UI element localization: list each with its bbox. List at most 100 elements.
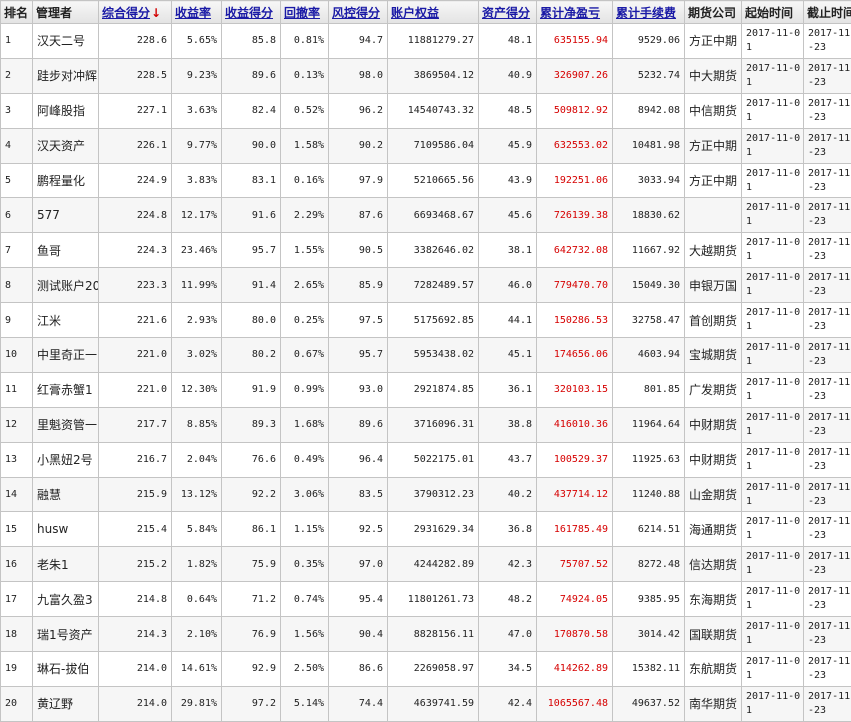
cell-broker: 宝城期货	[685, 338, 742, 373]
cell-return-rate: 8.85%	[172, 407, 222, 442]
header-drawdown[interactable]: 回撤率	[281, 1, 329, 24]
cell-end-date: 2017-11-23	[804, 338, 851, 373]
cell-total-score: 224.9	[99, 163, 172, 198]
cell-total-score: 226.1	[99, 128, 172, 163]
cell-end-date: 2017-11-23	[804, 512, 851, 547]
cell-broker: 申银万国	[685, 268, 742, 303]
cell-asset-score: 36.8	[479, 512, 537, 547]
cell-manager: 九富久盈3	[33, 582, 99, 617]
cell-risk-score: 95.4	[329, 582, 388, 617]
cell-fees: 801.85	[613, 372, 685, 407]
cell-return-rate: 9.77%	[172, 128, 222, 163]
header-risk-score[interactable]: 风控得分	[329, 1, 388, 24]
cell-fees: 15049.30	[613, 268, 685, 303]
table-row: 12里魁资管一217.78.85%89.31.68%89.63716096.31…	[1, 407, 851, 442]
cell-manager: 老朱1	[33, 547, 99, 582]
cell-return-score: 97.2	[222, 686, 281, 721]
cell-fees: 15382.11	[613, 652, 685, 687]
cell-return-rate: 5.65%	[172, 24, 222, 59]
cell-fees: 18830.62	[613, 198, 685, 233]
cell-net-pnl: 726139.38	[537, 198, 613, 233]
cell-start-date: 2017-11-01	[742, 93, 804, 128]
table-row: 20黄辽野214.029.81%97.25.14%74.44639741.594…	[1, 686, 851, 721]
cell-manager: 融慧	[33, 477, 99, 512]
cell-rank: 10	[1, 338, 33, 373]
cell-fees: 8942.08	[613, 93, 685, 128]
cell-end-date: 2017-11-23	[804, 93, 851, 128]
cell-asset-score: 48.1	[479, 24, 537, 59]
cell-fees: 11667.92	[613, 233, 685, 268]
cell-total-score: 214.0	[99, 652, 172, 687]
cell-broker: 南华期货	[685, 686, 742, 721]
cell-drawdown: 1.15%	[281, 512, 329, 547]
cell-asset-score: 38.1	[479, 233, 537, 268]
cell-risk-score: 93.0	[329, 372, 388, 407]
table-row: 14融慧215.913.12%92.23.06%83.53790312.2340…	[1, 477, 851, 512]
cell-manager: 琳石-拔伯	[33, 652, 99, 687]
cell-broker: 中信期货	[685, 93, 742, 128]
cell-broker: 方正中期	[685, 163, 742, 198]
cell-total-score: 215.4	[99, 512, 172, 547]
cell-asset-score: 45.9	[479, 128, 537, 163]
cell-net-pnl: 100529.37	[537, 442, 613, 477]
table-row: 1汉天二号228.65.65%85.80.81%94.711881279.274…	[1, 24, 851, 59]
cell-asset-score: 43.7	[479, 442, 537, 477]
cell-total-score: 224.8	[99, 198, 172, 233]
ranking-rows: 1汉天二号228.65.65%85.80.81%94.711881279.274…	[1, 24, 851, 722]
table-row: 7鱼哥224.323.46%95.71.55%90.53382646.0238.…	[1, 233, 851, 268]
cell-end-date: 2017-11-23	[804, 198, 851, 233]
cell-start-date: 2017-11-01	[742, 268, 804, 303]
cell-total-score: 214.8	[99, 582, 172, 617]
cell-return-rate: 3.83%	[172, 163, 222, 198]
cell-return-score: 76.9	[222, 617, 281, 652]
header-return-rate[interactable]: 收益率	[172, 1, 222, 24]
header-asset-score[interactable]: 资产得分	[479, 1, 537, 24]
cell-drawdown: 0.35%	[281, 547, 329, 582]
cell-drawdown: 0.52%	[281, 93, 329, 128]
table-row: 5鹏程量化224.93.83%83.10.16%97.95210665.5643…	[1, 163, 851, 198]
cell-start-date: 2017-11-01	[742, 198, 804, 233]
header-equity[interactable]: 账户权益	[388, 1, 479, 24]
cell-rank: 8	[1, 268, 33, 303]
header-fees[interactable]: 累计手续费	[613, 1, 685, 24]
cell-equity: 2269058.97	[388, 652, 479, 687]
cell-net-pnl: 642732.08	[537, 233, 613, 268]
cell-drawdown: 2.29%	[281, 198, 329, 233]
cell-drawdown: 2.65%	[281, 268, 329, 303]
cell-risk-score: 90.5	[329, 233, 388, 268]
cell-equity: 5175692.85	[388, 303, 479, 338]
cell-end-date: 2017-11-23	[804, 24, 851, 59]
header-total-score-label[interactable]: 综合得分	[102, 6, 150, 20]
header-net-pnl[interactable]: 累计净盈亏	[537, 1, 613, 24]
cell-total-score: 221.0	[99, 372, 172, 407]
cell-risk-score: 98.0	[329, 58, 388, 93]
cell-end-date: 2017-11-23	[804, 442, 851, 477]
cell-return-rate: 5.84%	[172, 512, 222, 547]
cell-return-rate: 1.82%	[172, 547, 222, 582]
cell-start-date: 2017-11-01	[742, 58, 804, 93]
cell-rank: 17	[1, 582, 33, 617]
cell-broker: 海通期货	[685, 512, 742, 547]
table-row: 8测试账户20223.311.99%91.42.65%85.97282489.5…	[1, 268, 851, 303]
cell-equity: 5953438.02	[388, 338, 479, 373]
table-row: 11红膏赤蟹1221.012.30%91.90.99%93.02921874.8…	[1, 372, 851, 407]
cell-asset-score: 40.2	[479, 477, 537, 512]
header-return-score[interactable]: 收益得分	[222, 1, 281, 24]
cell-asset-score: 38.8	[479, 407, 537, 442]
cell-risk-score: 90.4	[329, 617, 388, 652]
cell-end-date: 2017-11-23	[804, 268, 851, 303]
cell-net-pnl: 632553.02	[537, 128, 613, 163]
cell-risk-score: 96.2	[329, 93, 388, 128]
cell-asset-score: 45.1	[479, 338, 537, 373]
header-total-score[interactable]: 综合得分↓	[99, 1, 172, 24]
cell-drawdown: 0.74%	[281, 582, 329, 617]
cell-start-date: 2017-11-01	[742, 686, 804, 721]
cell-total-score: 221.0	[99, 338, 172, 373]
cell-return-rate: 2.04%	[172, 442, 222, 477]
cell-end-date: 2017-11-23	[804, 303, 851, 338]
cell-drawdown: 0.67%	[281, 338, 329, 373]
cell-broker: 中财期货	[685, 407, 742, 442]
cell-net-pnl: 174656.06	[537, 338, 613, 373]
cell-start-date: 2017-11-01	[742, 547, 804, 582]
cell-total-score: 214.0	[99, 686, 172, 721]
